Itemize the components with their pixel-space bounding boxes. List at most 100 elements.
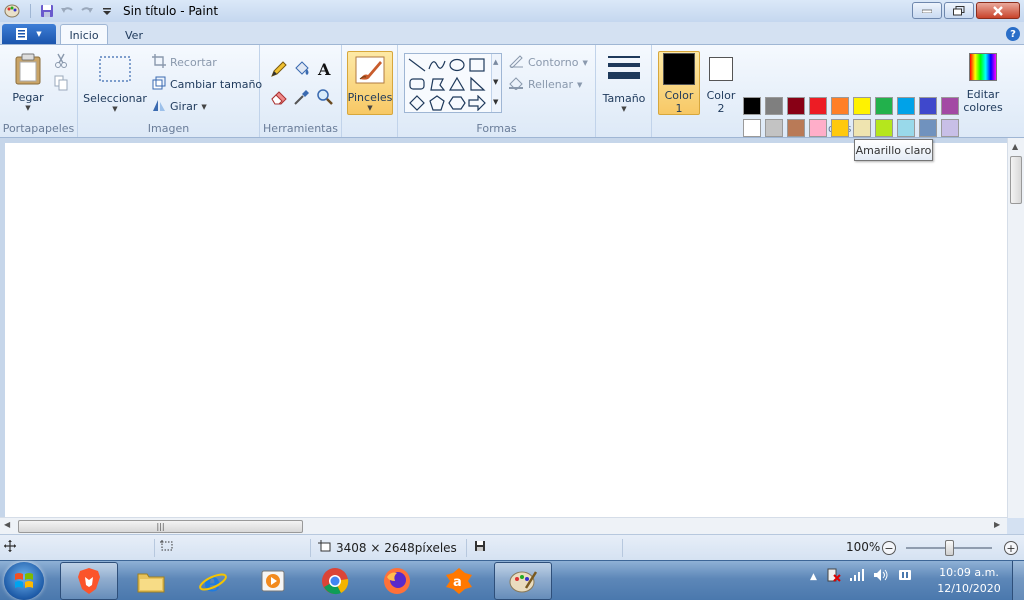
palette-swatch[interactable] bbox=[941, 97, 959, 115]
paint-app-icon[interactable] bbox=[4, 3, 20, 19]
size-button[interactable]: Tamaño ▼ bbox=[600, 53, 648, 113]
tools-group: A Herramientas bbox=[260, 45, 342, 137]
scroll-left-arrow-icon[interactable]: ◀ bbox=[4, 520, 10, 529]
undo-icon[interactable] bbox=[59, 3, 75, 19]
brave-taskbar-icon[interactable] bbox=[60, 562, 118, 600]
avast-taskbar-icon[interactable]: a bbox=[430, 562, 488, 600]
scroll-up-arrow-icon[interactable]: ▲ bbox=[1012, 142, 1018, 151]
paste-button[interactable]: Pegar ▼ bbox=[8, 53, 48, 112]
firefox-taskbar-icon[interactable] bbox=[368, 562, 426, 600]
eraser-icon[interactable] bbox=[268, 87, 290, 107]
action-center-icon[interactable] bbox=[825, 567, 841, 586]
color-picker-icon[interactable] bbox=[291, 87, 313, 107]
show-desktop-button[interactable] bbox=[1012, 561, 1024, 600]
palette-swatch[interactable] bbox=[743, 97, 761, 115]
zoom-slider-thumb[interactable] bbox=[945, 540, 954, 556]
pentagon-shape-icon[interactable] bbox=[428, 95, 446, 111]
vertical-scrollbar[interactable]: ▲ bbox=[1007, 138, 1024, 518]
redo-icon[interactable] bbox=[79, 3, 95, 19]
diamond-shape-icon[interactable] bbox=[408, 95, 426, 111]
copy-icon[interactable] bbox=[50, 73, 72, 93]
internet-explorer-taskbar-icon[interactable]: e bbox=[184, 562, 242, 600]
clock-time: 10:09 a.m. bbox=[939, 566, 999, 579]
paint-taskbar-icon[interactable] bbox=[494, 562, 552, 600]
network-icon[interactable] bbox=[849, 568, 865, 585]
oval-shape-icon[interactable] bbox=[448, 57, 466, 73]
color1-swatch bbox=[663, 53, 695, 85]
brushes-button[interactable]: Pinceles ▼ bbox=[347, 51, 393, 115]
palette-swatch[interactable] bbox=[897, 97, 915, 115]
save-icon[interactable] bbox=[39, 3, 55, 19]
power-plug-icon[interactable] bbox=[897, 568, 913, 585]
palette-swatch[interactable] bbox=[765, 119, 783, 137]
shapes-group-label: Formas bbox=[476, 122, 517, 135]
palette-swatch[interactable] bbox=[809, 119, 827, 137]
volume-icon[interactable] bbox=[873, 568, 889, 585]
line-shape-icon[interactable] bbox=[408, 57, 426, 73]
select-button[interactable]: Seleccionar ▼ bbox=[83, 55, 147, 113]
taskbar-clock[interactable]: 10:09 a.m. 12/10/2020 bbox=[930, 565, 1008, 597]
file-explorer-taskbar-icon[interactable] bbox=[122, 562, 180, 600]
zoom-out-button[interactable]: − bbox=[882, 541, 896, 555]
scroll-right-arrow-icon[interactable]: ▶ bbox=[994, 520, 1000, 529]
help-icon[interactable]: ? bbox=[1006, 27, 1020, 41]
rounded-rectangle-shape-icon[interactable] bbox=[408, 76, 426, 92]
outline-icon bbox=[508, 54, 524, 71]
minimize-button[interactable] bbox=[912, 2, 942, 19]
palette-swatch[interactable] bbox=[897, 119, 915, 137]
curve-shape-icon[interactable] bbox=[428, 57, 446, 73]
chrome-taskbar-icon[interactable] bbox=[306, 562, 364, 600]
shapes-gallery-scrollbar[interactable]: ▲ ▼ ▼ bbox=[491, 54, 501, 112]
palette-swatch[interactable] bbox=[787, 119, 805, 137]
pencil-icon[interactable] bbox=[268, 59, 290, 79]
polygon-shape-icon[interactable] bbox=[428, 76, 446, 92]
palette-swatch[interactable] bbox=[787, 97, 805, 115]
tab-home[interactable]: Inicio bbox=[60, 24, 108, 46]
palette-swatch[interactable] bbox=[765, 97, 783, 115]
tab-view[interactable]: Ver bbox=[112, 24, 156, 46]
right-triangle-shape-icon[interactable] bbox=[468, 76, 486, 92]
customize-quick-access-icon[interactable] bbox=[99, 3, 115, 19]
outline-button[interactable]: Contorno ▼ bbox=[508, 54, 588, 71]
resize-button[interactable]: Cambiar tamaño bbox=[152, 76, 262, 93]
media-player-taskbar-icon[interactable] bbox=[244, 562, 302, 600]
palette-swatch[interactable] bbox=[875, 119, 893, 137]
horizontal-scroll-thumb[interactable]: ||| bbox=[18, 520, 303, 533]
brushes-label: Pinceles bbox=[347, 91, 393, 104]
palette-swatch[interactable] bbox=[919, 97, 937, 115]
show-hidden-icons-icon[interactable]: ▲ bbox=[810, 572, 817, 582]
crop-button[interactable]: Recortar bbox=[152, 54, 217, 71]
taskbar: e a ▲ 10:09 a.m. 12/10/2020 bbox=[0, 560, 1024, 600]
color1-button[interactable]: Color 1 bbox=[660, 53, 698, 115]
palette-swatch[interactable] bbox=[809, 97, 827, 115]
magnifier-icon[interactable] bbox=[314, 87, 336, 107]
palette-swatch[interactable] bbox=[941, 119, 959, 137]
file-menu-button[interactable]: ▼ bbox=[2, 24, 56, 44]
palette-swatch[interactable] bbox=[743, 119, 761, 137]
palette-swatch[interactable] bbox=[831, 119, 849, 137]
color2-button[interactable]: Color 2 bbox=[702, 53, 740, 115]
zoom-in-button[interactable]: + bbox=[1004, 541, 1018, 555]
fill-button[interactable]: Rellenar ▼ bbox=[508, 76, 582, 93]
cut-icon[interactable] bbox=[50, 51, 72, 71]
palette-swatch[interactable] bbox=[853, 97, 871, 115]
start-button[interactable] bbox=[4, 562, 44, 600]
restore-button[interactable] bbox=[944, 2, 974, 19]
hexagon-shape-icon[interactable] bbox=[448, 95, 466, 111]
fill-bucket-icon[interactable] bbox=[291, 59, 313, 79]
horizontal-scrollbar[interactable]: ◀ ||| ▶ bbox=[0, 517, 1007, 534]
palette-swatch[interactable] bbox=[853, 119, 871, 137]
triangle-shape-icon[interactable] bbox=[448, 76, 466, 92]
arrow-shape-icon[interactable] bbox=[468, 95, 486, 111]
rotate-button[interactable]: Girar ▼ bbox=[152, 98, 207, 115]
drawing-canvas[interactable] bbox=[5, 143, 1007, 518]
close-button[interactable] bbox=[976, 2, 1020, 19]
palette-swatch[interactable] bbox=[831, 97, 849, 115]
text-icon[interactable]: A bbox=[314, 59, 336, 79]
paste-label: Pegar bbox=[12, 91, 44, 104]
palette-swatch[interactable] bbox=[875, 97, 893, 115]
vertical-scroll-thumb[interactable] bbox=[1010, 156, 1022, 204]
edit-colors-button[interactable]: Editar colores bbox=[962, 53, 1004, 114]
palette-swatch[interactable] bbox=[919, 119, 937, 137]
rectangle-shape-icon[interactable] bbox=[468, 57, 486, 73]
